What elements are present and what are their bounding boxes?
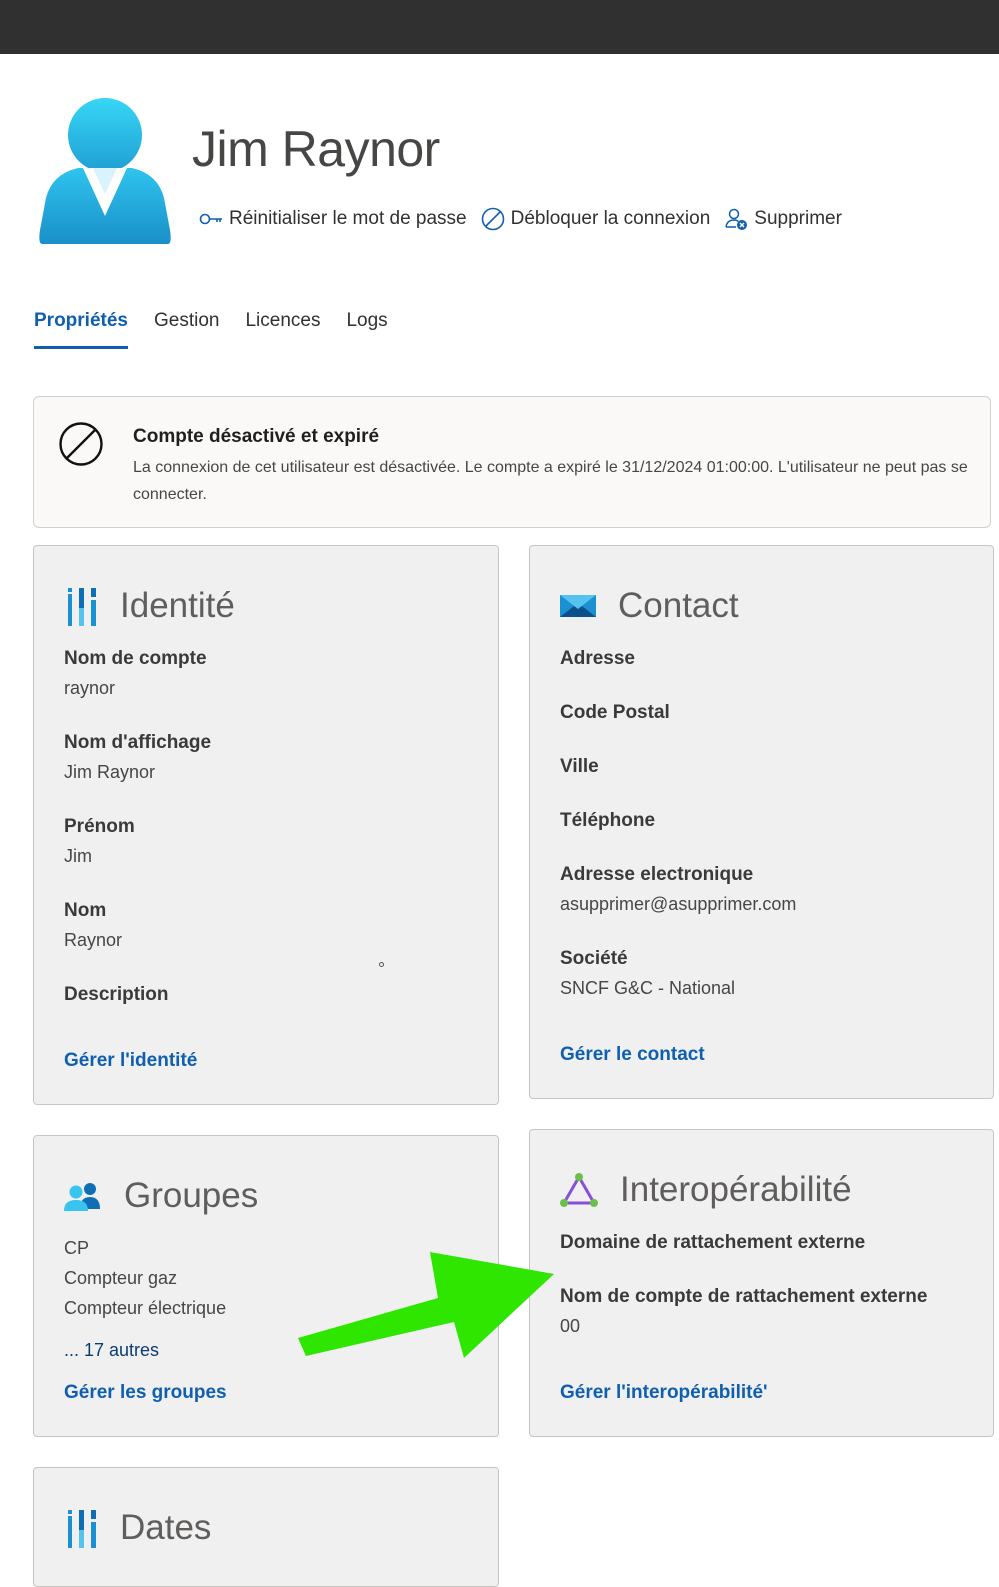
alert-message: La connexion de cet utilisateur est désa… [133, 459, 968, 503]
group-item: Compteur électrique [64, 1298, 227, 1318]
identity-card-title: Identité [120, 586, 235, 625]
field-value: 00 [560, 1316, 581, 1336]
user-display-name: Jim Raynor [192, 121, 440, 177]
dates-card: Dates [33, 1467, 499, 1587]
manage-interop-link[interactable]: Gérer l'interopérabilité' [560, 1382, 768, 1404]
unblock-login-button[interactable]: Débloquer la connexion [481, 207, 711, 231]
tab-licenses[interactable]: Licences [245, 310, 320, 349]
blocked-icon [59, 422, 103, 466]
dates-card-title: Dates [120, 1508, 212, 1547]
delete-user-button[interactable]: Supprimer [724, 207, 842, 231]
user-delete-icon [725, 208, 748, 230]
interop-card: Interopérabilité Domaine de rattachement… [529, 1129, 994, 1437]
field-label: Prénom [64, 816, 135, 837]
users-icon [64, 1183, 100, 1211]
field-value: SNCF G&C - National [560, 978, 736, 998]
blocked-icon [481, 207, 504, 231]
group-item: CP [64, 1238, 90, 1258]
field-label: Société [560, 948, 628, 969]
field-label: Téléphone [560, 810, 656, 831]
user-avatar [38, 98, 172, 244]
top-bar [0, 0, 999, 54]
field-label: Adresse electronique [560, 864, 754, 885]
field-value: Raynor [64, 930, 123, 950]
reset-password-label: Réinitialiser le mot de passe [229, 208, 467, 229]
field-label: Domaine de rattachement externe [560, 1232, 866, 1253]
group-item: Compteur gaz [64, 1268, 178, 1288]
triangle-network-icon [560, 1173, 598, 1207]
alert-title: Compte désactivé et expiré [133, 426, 380, 447]
field-value: Jim [64, 846, 92, 866]
identity-card: Identité Nom de compte raynor Nom d'affi… [33, 545, 499, 1105]
manage-contact-link[interactable]: Gérer le contact [560, 1044, 705, 1066]
bars-icon [68, 1510, 96, 1548]
interop-card-title: Interopérabilité [620, 1170, 852, 1209]
field-label: Adresse [560, 648, 635, 669]
reset-password-button[interactable]: Réinitialiser le mot de passe [199, 208, 467, 230]
field-value: Jim Raynor [64, 762, 156, 782]
key-icon [199, 213, 222, 225]
user-actions: Réinitialiser le mot de passe Débloquer … [199, 207, 856, 231]
contact-card: Contact Adresse Code Postal Ville Téléph… [529, 545, 994, 1099]
tab-bar: Propriétés Gestion Licences Logs [34, 310, 414, 349]
groups-card-title: Groupes [124, 1176, 259, 1215]
field-label: Nom de compte [64, 648, 207, 669]
field-label: Description [64, 984, 169, 1005]
more-groups-link[interactable]: ... 17 autres [64, 1340, 159, 1361]
annotation-arrow [298, 1252, 554, 1358]
field-label: Nom de compte de rattachement externe [560, 1286, 928, 1307]
tab-properties[interactable]: Propriétés [34, 310, 128, 349]
delete-user-label: Supprimer [754, 208, 842, 229]
manage-groups-link[interactable]: Gérer les groupes [64, 1382, 227, 1404]
field-label: Nom d'affichage [64, 732, 212, 753]
field-label: Code Postal [560, 702, 670, 723]
bars-icon [68, 588, 96, 626]
envelope-icon [560, 595, 596, 617]
tab-management[interactable]: Gestion [154, 310, 219, 349]
field-value: asupprimer@asupprimer.com [560, 894, 797, 914]
unblock-login-label: Débloquer la connexion [510, 208, 711, 229]
tab-logs[interactable]: Logs [346, 310, 387, 349]
stray-dot [379, 962, 384, 967]
field-label: Ville [560, 756, 599, 777]
field-value: raynor [64, 678, 116, 698]
manage-identity-link[interactable]: Gérer l'identité [64, 1050, 197, 1072]
field-label: Nom [64, 900, 107, 921]
contact-card-title: Contact [618, 586, 739, 625]
account-status-alert: Compte désactivé et expiré La connexion … [33, 396, 991, 528]
